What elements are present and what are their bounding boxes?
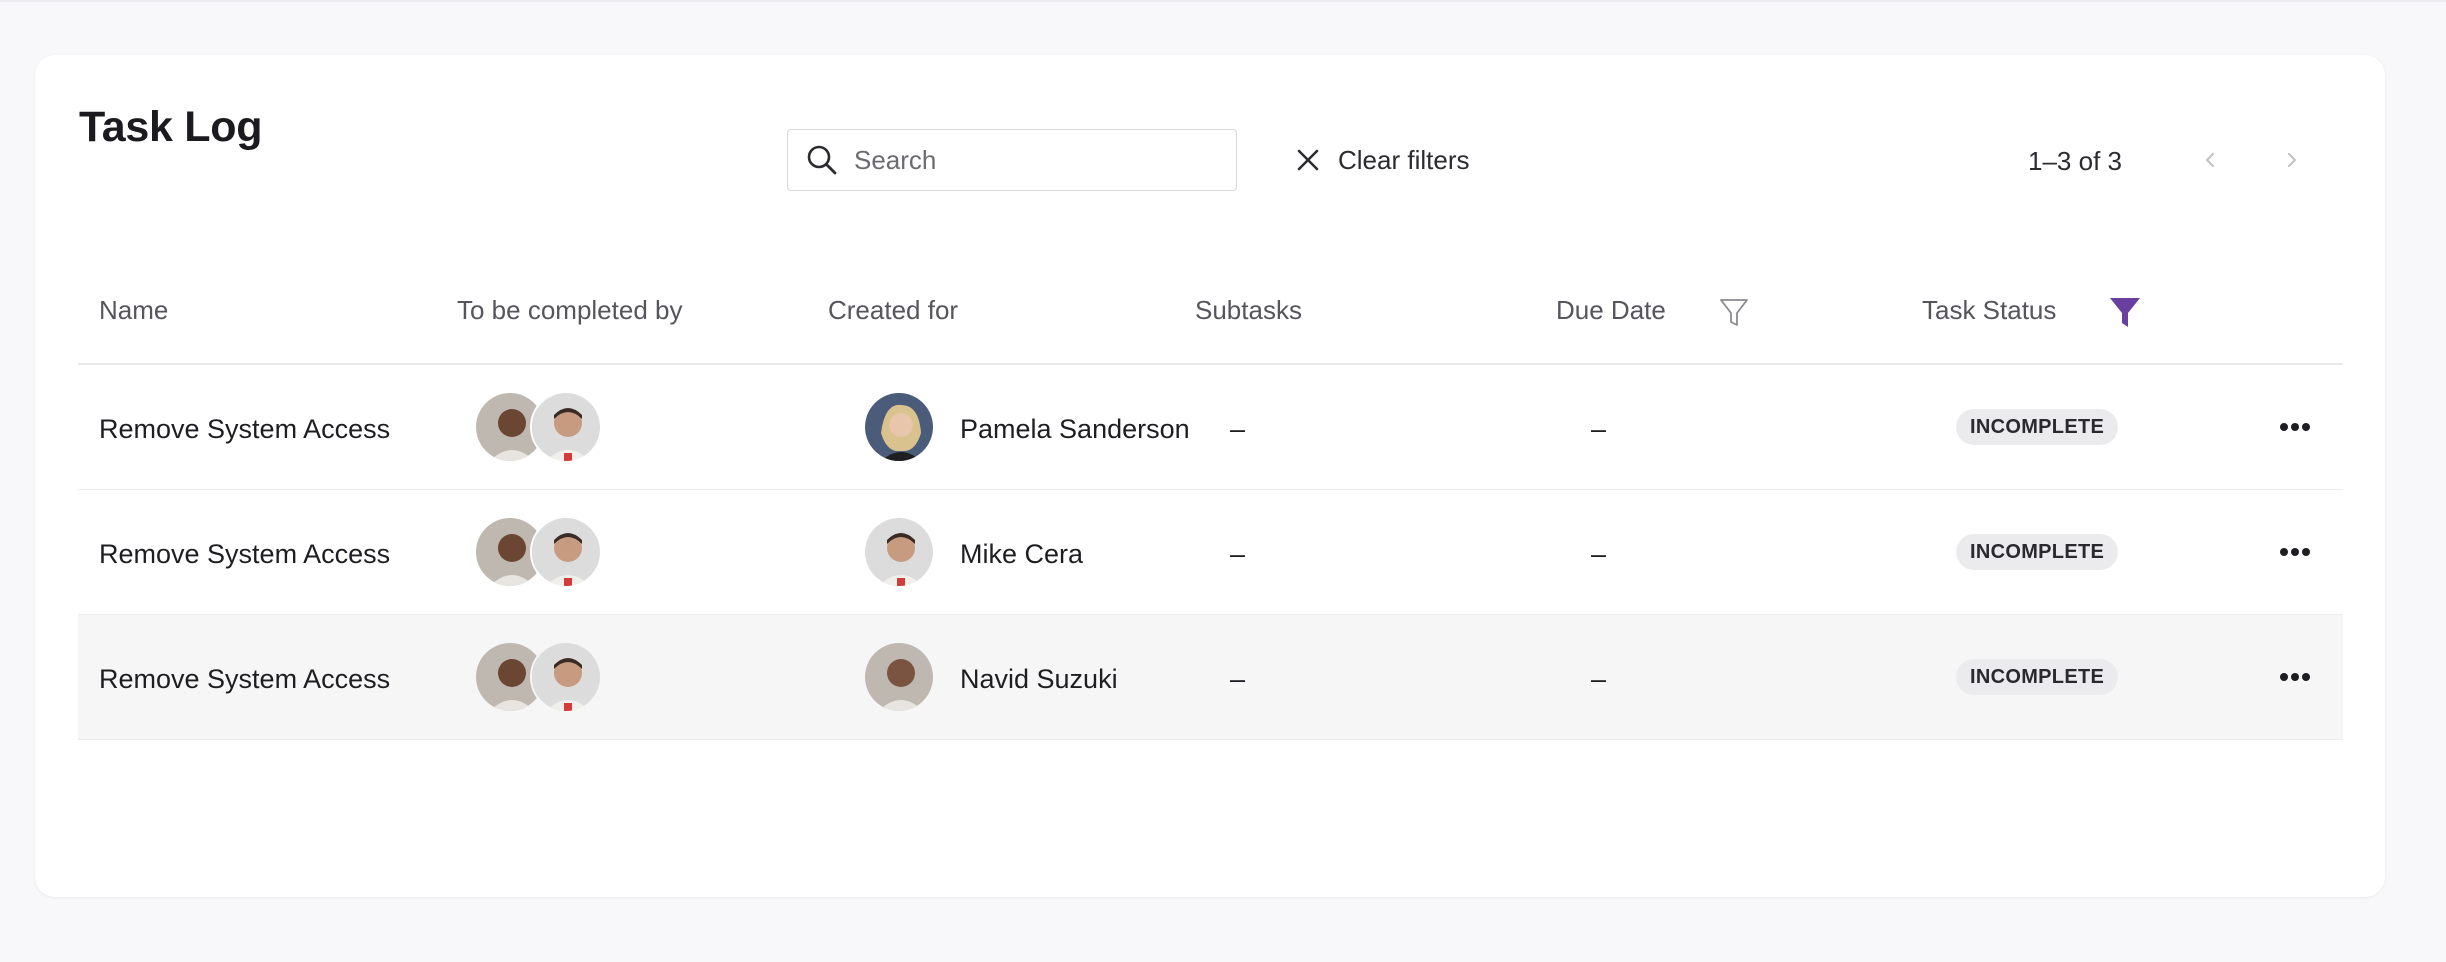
column-header-task-status[interactable]: Task Status: [1922, 295, 2056, 326]
column-header-created-for[interactable]: Created for: [828, 295, 958, 326]
column-header-due-date[interactable]: Due Date: [1556, 295, 1666, 326]
previous-page-button[interactable]: [2191, 140, 2231, 180]
due-date-value: –: [1591, 414, 1607, 444]
more-actions-button[interactable]: [2273, 655, 2317, 699]
table-row[interactable]: Remove System Access Pamela Sanderson – …: [78, 365, 2343, 490]
due-date-filter-button[interactable]: [1716, 295, 1752, 331]
clear-filters-label: Clear filters: [1338, 144, 1470, 175]
more-horizontal-icon: [2280, 673, 2310, 681]
chevron-right-icon: [2287, 152, 2297, 168]
search-field[interactable]: [787, 129, 1237, 191]
task-log-card: Task Log Clear filters 1–3 of 3 Name To …: [35, 55, 2385, 897]
avatar: [863, 641, 935, 713]
task-name[interactable]: Remove System Access: [99, 664, 390, 695]
status-badge: INCOMPLETE: [1956, 409, 2119, 445]
subtasks-value: –: [1230, 539, 1246, 569]
table-row[interactable]: Remove System Access Mike Cera – – INCOM…: [78, 490, 2343, 615]
column-header-subtasks[interactable]: Subtasks: [1195, 295, 1302, 326]
subtasks-value: –: [1230, 414, 1246, 444]
column-header-completed-by[interactable]: To be completed by: [457, 295, 682, 326]
created-for-name: Pamela Sanderson: [960, 414, 1190, 444]
table-row[interactable]: Remove System Access Navid Suzuki – – IN…: [78, 615, 2343, 740]
status-badge: INCOMPLETE: [1956, 659, 2119, 695]
avatar: [863, 516, 935, 588]
funnel-filled-icon: [2110, 298, 2140, 327]
next-page-button[interactable]: [2271, 140, 2311, 180]
page-title: Task Log: [79, 103, 263, 151]
avatar: [530, 516, 602, 588]
task-status-filter-button[interactable]: [2107, 295, 2143, 331]
chevron-left-icon: [2205, 152, 2215, 168]
search-icon: [802, 140, 842, 180]
more-horizontal-icon: [2280, 423, 2310, 431]
avatar: [530, 391, 602, 463]
pagination-range: 1–3 of 3: [2028, 146, 2122, 176]
subtasks-value: –: [1230, 664, 1246, 694]
created-for-name: Mike Cera: [960, 539, 1084, 569]
more-actions-button[interactable]: [2273, 530, 2317, 574]
top-divider: [0, 0, 2446, 2]
created-for-name: Navid Suzuki: [960, 664, 1118, 694]
search-input[interactable]: [852, 143, 1216, 177]
funnel-outline-icon: [1720, 299, 1748, 326]
more-horizontal-icon: [2280, 548, 2310, 556]
due-date-value: –: [1591, 664, 1607, 694]
task-name[interactable]: Remove System Access: [99, 414, 390, 445]
clear-filters-button[interactable]: Clear filters: [1292, 135, 1469, 185]
more-actions-button[interactable]: [2273, 405, 2317, 449]
status-badge: INCOMPLETE: [1956, 534, 2119, 570]
column-header-name[interactable]: Name: [99, 295, 168, 326]
avatar: [863, 391, 935, 463]
avatar: [530, 641, 602, 713]
close-icon: [1292, 144, 1324, 176]
due-date-value: –: [1591, 539, 1607, 569]
task-name[interactable]: Remove System Access: [99, 539, 390, 570]
